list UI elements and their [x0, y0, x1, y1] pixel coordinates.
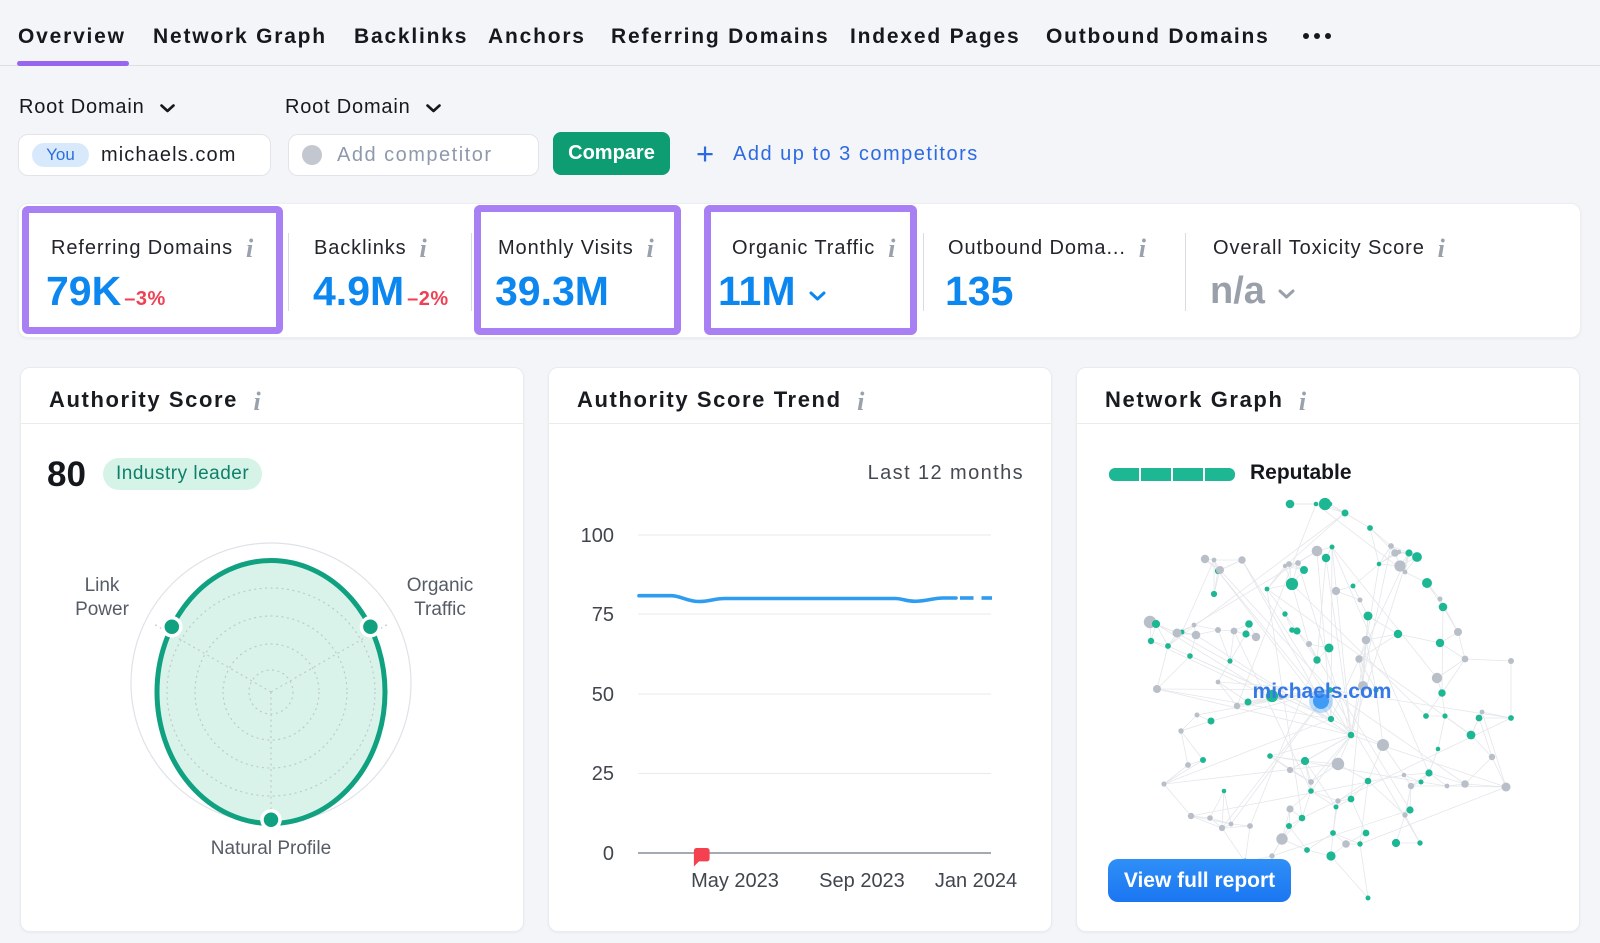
svg-text:75: 75 [592, 604, 614, 626]
svg-text:100: 100 [581, 525, 614, 547]
svg-text:25: 25 [592, 763, 614, 785]
svg-text:Sep 2023: Sep 2023 [819, 870, 905, 892]
svg-text:Jan 2024: Jan 2024 [935, 870, 1017, 892]
svg-text:May 2023: May 2023 [691, 870, 779, 892]
svg-text:0: 0 [603, 843, 614, 865]
svg-text:michaels.com: michaels.com [1253, 680, 1392, 703]
svg-text:50: 50 [592, 684, 614, 706]
